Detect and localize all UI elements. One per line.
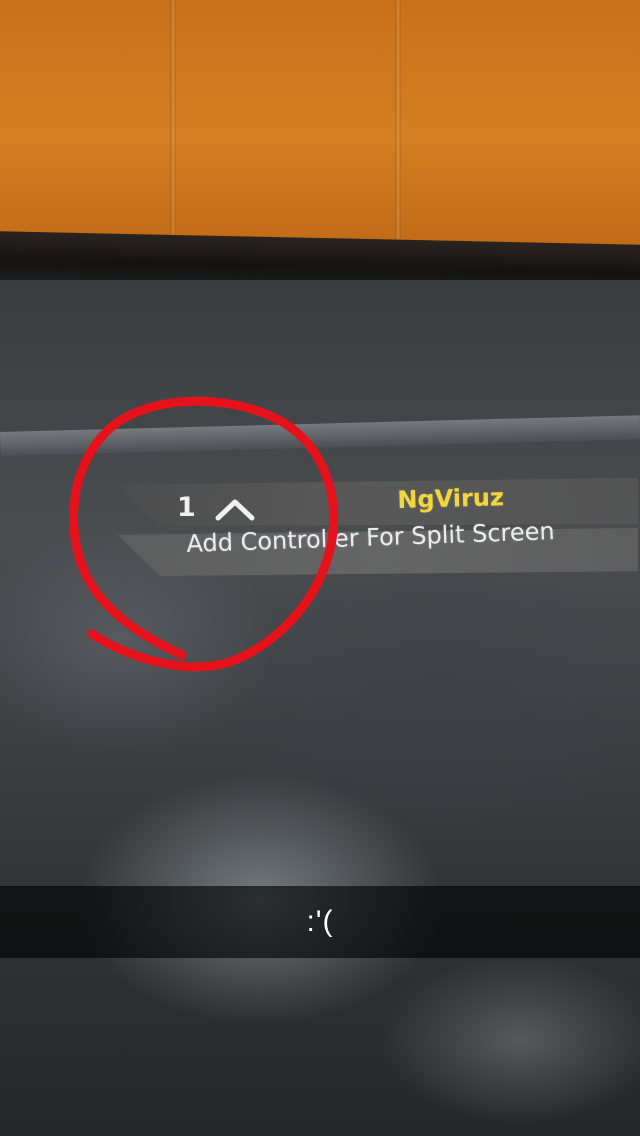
gamertag: NgViruz: [397, 483, 505, 514]
player-number: 1: [177, 492, 197, 523]
game-menu: 1 NgViruz Add Controller For Split Scree…: [0, 0, 640, 1136]
photo: 1 NgViruz Add Controller For Split Scree…: [0, 0, 640, 1136]
caption-text: :'(: [306, 905, 334, 938]
chevron-up-icon: [215, 499, 255, 521]
caption-bar: :'(: [0, 886, 640, 958]
